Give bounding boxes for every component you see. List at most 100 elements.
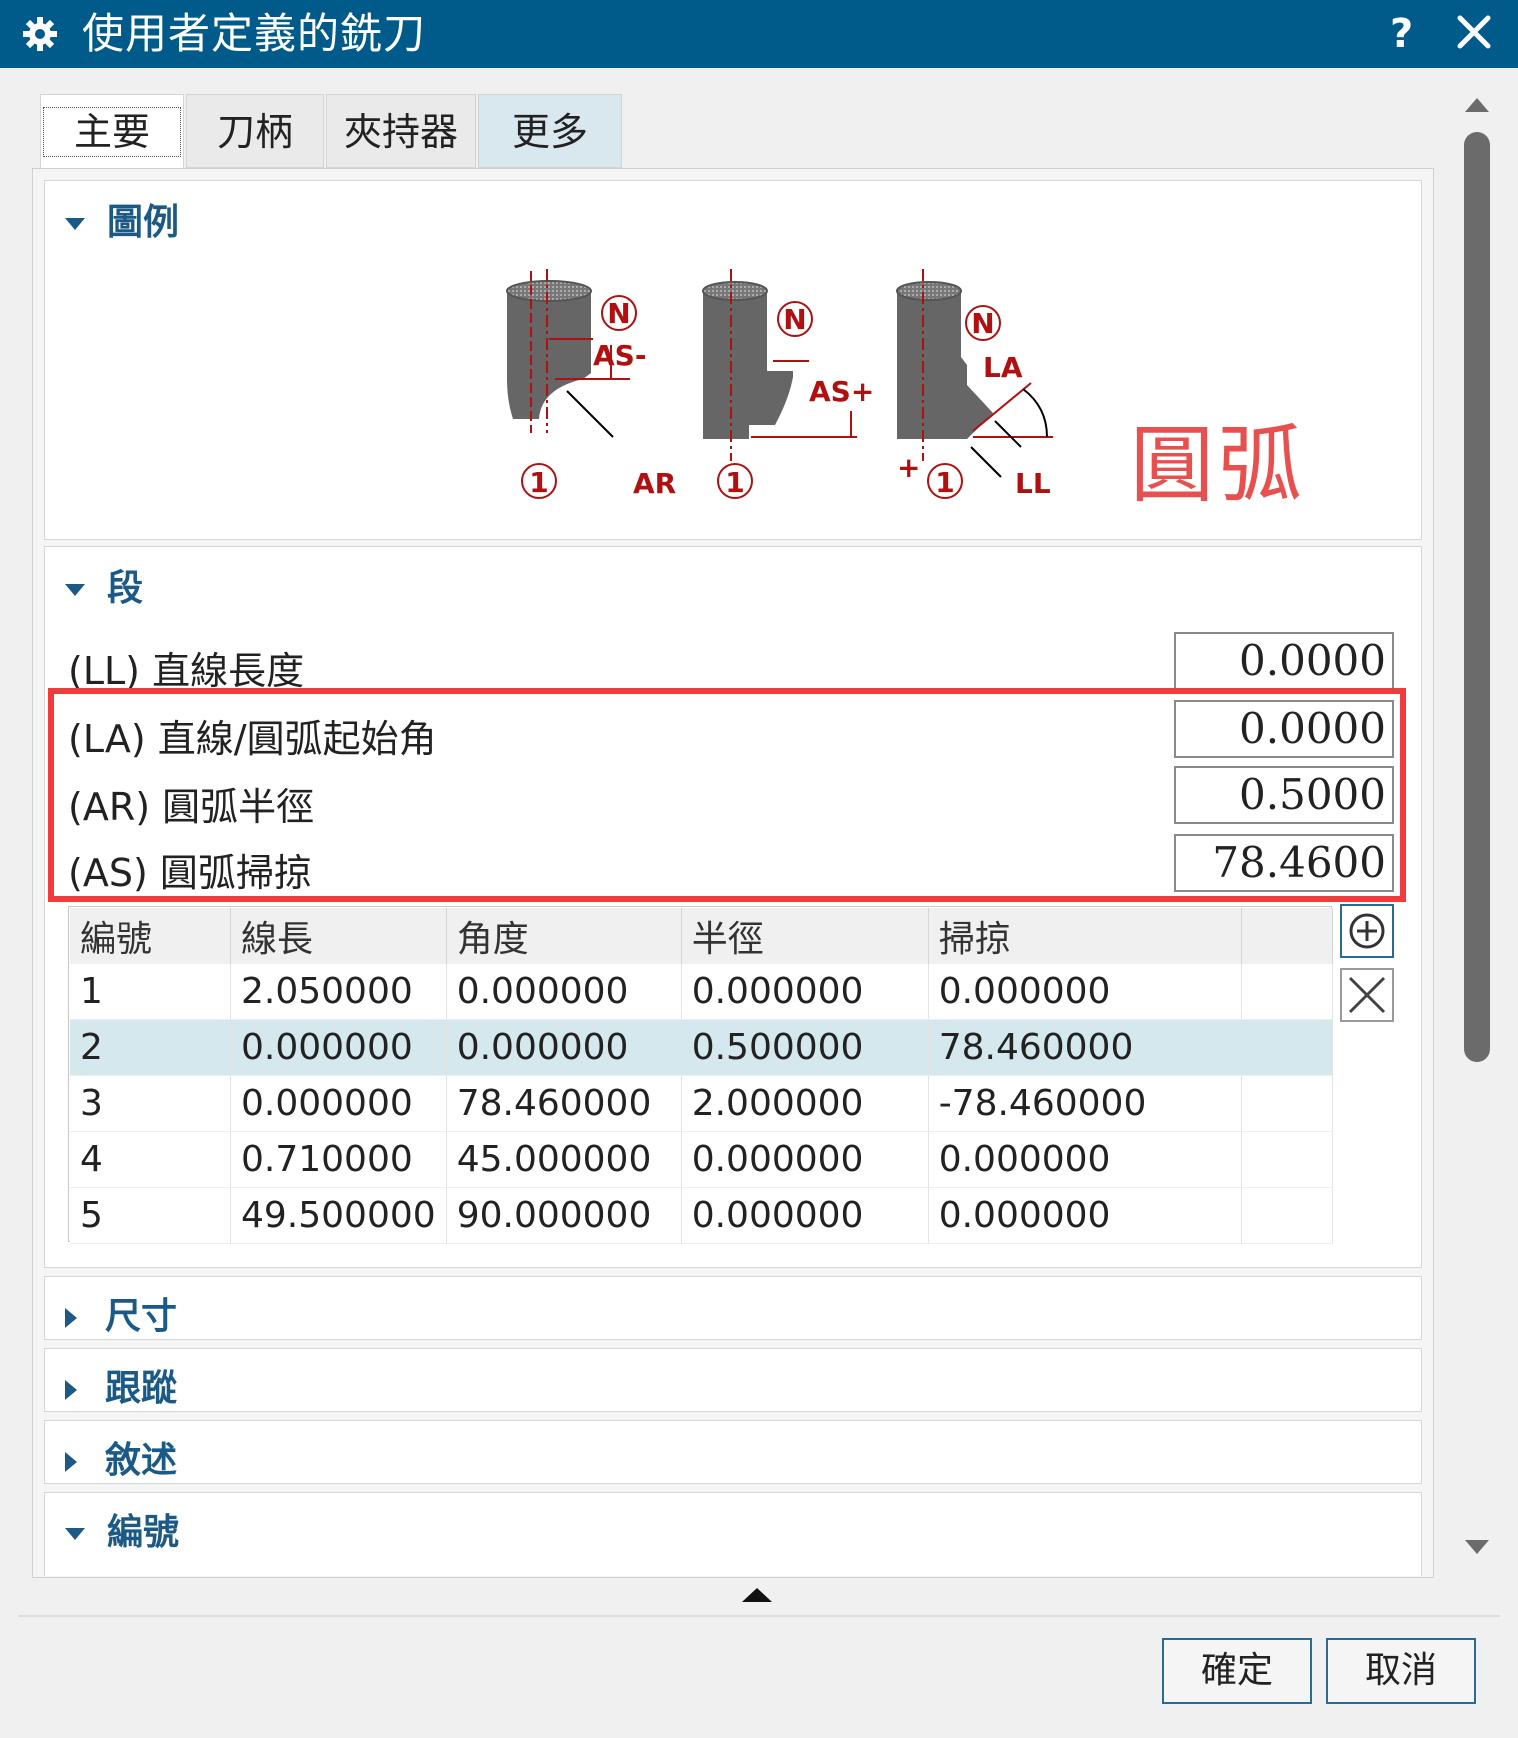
arc-annotation: 圓弧	[1130, 416, 1307, 514]
gear-icon	[23, 17, 57, 51]
diagram-label: LL	[1015, 467, 1051, 500]
diagram-label: 1	[725, 466, 744, 499]
diagram-label: N	[607, 297, 630, 330]
segment-table: 編號 線長 角度 半徑 掃掠 1 2.050000 0.000000 0.000…	[70, 908, 1333, 1244]
tracking-group-header[interactable]: 跟蹤	[65, 1359, 177, 1411]
table-row[interactable]: 4 0.710000 45.000000 0.000000 0.000000	[70, 1131, 1333, 1188]
delete-segment-button[interactable]	[1340, 968, 1394, 1022]
ok-button[interactable]: 確定	[1162, 1638, 1312, 1704]
collapse-arrow-icon	[65, 1528, 85, 1540]
table-cell: 0.710000	[230, 1131, 447, 1188]
column-header[interactable]: 編號	[70, 908, 231, 964]
diagram-label: 1	[529, 466, 548, 499]
table-cell: 0.000000	[230, 1019, 447, 1076]
group-title: 跟蹤	[105, 1368, 178, 1409]
table-row[interactable]: 3 0.000000 78.460000 2.000000 -78.460000	[70, 1075, 1333, 1132]
numbering-group: 編號	[44, 1492, 1422, 1576]
diagram-label: 1	[935, 466, 954, 499]
tool-diagram: N AS- 1 AR N AS+ 1 N LA LL + 1	[506, 269, 1053, 500]
scroll-up-icon[interactable]	[1462, 94, 1492, 116]
add-circle-icon	[1349, 913, 1385, 949]
table-cell: 45.000000	[446, 1131, 682, 1188]
table-cell: -78.460000	[928, 1075, 1242, 1132]
table-cell: 78.460000	[446, 1075, 682, 1132]
column-header[interactable]: 半徑	[681, 908, 929, 964]
table-cell: 4	[70, 1131, 231, 1188]
table-cell-filler	[1241, 1187, 1333, 1244]
table-row[interactable]: 2 0.000000 0.000000 0.500000 78.460000	[70, 1019, 1333, 1076]
table-cell: 5	[70, 1187, 231, 1244]
dimensions-group-header[interactable]: 尺寸	[65, 1287, 177, 1339]
table-cell: 0.000000	[928, 1187, 1242, 1244]
group-title: 敘述	[105, 1440, 178, 1481]
tab-holder[interactable]: 刀柄	[186, 94, 324, 168]
diagram-label: AS-	[593, 339, 646, 372]
ll-input[interactable]: 0.0000	[1174, 632, 1394, 690]
group-title: 圖例	[107, 202, 180, 243]
scroll-down-icon[interactable]	[1462, 1536, 1492, 1558]
table-row[interactable]: 1 2.050000 0.000000 0.000000 0.000000	[70, 964, 1333, 1020]
description-group[interactable]: 敘述	[44, 1420, 1422, 1484]
table-cell: 0.000000	[681, 964, 929, 1020]
table-cell: 0.000000	[446, 1019, 682, 1076]
table-cell: 49.500000	[230, 1187, 447, 1244]
tool-la-ll-diagram	[896, 269, 1053, 478]
tab-label: 刀柄	[216, 110, 293, 154]
table-cell: 0.000000	[928, 1131, 1242, 1188]
tool-as-diagram	[702, 269, 857, 461]
delete-x-icon	[1348, 976, 1386, 1014]
tab-more[interactable]: 更多	[478, 94, 622, 168]
add-segment-button[interactable]	[1340, 904, 1394, 958]
tab-clamp[interactable]: 夾持器	[326, 94, 476, 168]
footer-divider	[18, 1615, 1500, 1617]
table-cell-filler	[1241, 1131, 1333, 1188]
tab-label: 更多	[511, 110, 588, 154]
table-cell: 90.000000	[446, 1187, 682, 1244]
diagram-label: AR	[633, 467, 676, 500]
table-cell-filler	[1241, 1075, 1333, 1132]
diagram-label: LA	[983, 351, 1023, 384]
help-button[interactable]: ?	[1390, 8, 1413, 60]
expand-arrow-icon	[65, 1380, 77, 1400]
scrollbar-thumb[interactable]	[1464, 132, 1490, 1062]
cancel-button[interactable]: 取消	[1326, 1638, 1476, 1704]
table-cell: 1	[70, 964, 231, 1020]
table-cell: 0.000000	[446, 964, 682, 1020]
collapse-arrow-icon	[65, 584, 85, 596]
diagram-label: AS+	[809, 375, 874, 408]
legend-group-header[interactable]: 圖例	[65, 193, 179, 245]
column-header[interactable]: 角度	[446, 908, 682, 964]
collapse-panel-icon[interactable]	[740, 1586, 774, 1606]
table-row[interactable]: 5 49.500000 90.000000 0.000000 0.000000	[70, 1187, 1333, 1244]
diagram-label: N	[971, 307, 994, 340]
column-header[interactable]: 掃掠	[928, 908, 1242, 964]
table-header-row: 編號 線長 角度 半徑 掃掠	[70, 908, 1333, 964]
column-header[interactable]: 線長	[230, 908, 447, 964]
table-cell: 2.050000	[230, 964, 447, 1020]
table-cell: 0.000000	[681, 1131, 929, 1188]
title-bar: 使用者定義的銑刀 ?	[0, 0, 1518, 68]
expand-arrow-icon	[65, 1308, 77, 1328]
description-group-header[interactable]: 敘述	[65, 1431, 177, 1483]
collapse-arrow-icon	[65, 218, 85, 230]
table-cell-filler	[1241, 1019, 1333, 1076]
segment-group-header[interactable]: 段	[65, 559, 143, 611]
expand-arrow-icon	[65, 1452, 77, 1472]
tab-main[interactable]: 主要	[40, 94, 184, 168]
table-cell: 0.000000	[230, 1075, 447, 1132]
group-title: 編號	[107, 1512, 180, 1553]
close-icon[interactable]	[1456, 14, 1492, 50]
group-title: 段	[107, 568, 144, 609]
dimensions-group[interactable]: 尺寸	[44, 1276, 1422, 1340]
table-cell: 2.000000	[681, 1075, 929, 1132]
dialog-title: 使用者定義的銑刀	[82, 9, 427, 58]
tracking-group[interactable]: 跟蹤	[44, 1348, 1422, 1412]
numbering-group-header[interactable]: 編號	[65, 1503, 179, 1555]
diagram-label: N	[783, 303, 806, 336]
table-cell-filler	[1241, 964, 1333, 1020]
table-cell: 78.460000	[928, 1019, 1242, 1076]
table-cell: 0.000000	[681, 1187, 929, 1244]
diagram-label: +	[897, 451, 920, 484]
table-cell: 3	[70, 1075, 231, 1132]
highlight-annotation	[48, 688, 1406, 902]
